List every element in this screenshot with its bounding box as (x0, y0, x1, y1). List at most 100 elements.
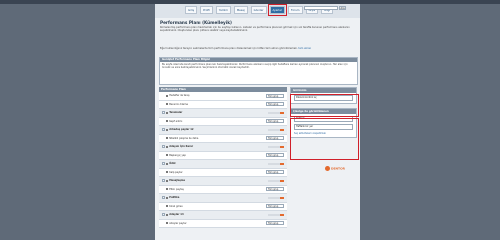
expand-icon[interactable] (162, 162, 165, 166)
row-label: Becerini ödeme (169, 102, 188, 106)
row-slider[interactable] (268, 111, 284, 114)
row-label: Başlangıç yap (169, 153, 186, 157)
category-row: Adayım İçin Karar (159, 143, 287, 152)
row-label: Kalp paylar (169, 170, 183, 174)
expand-icon[interactable] (162, 145, 165, 149)
row-label: Arkadaş paylar 12 (169, 128, 194, 132)
info-box-text: Bu sayfa üzerinde kendi performans planı… (162, 63, 348, 69)
tab-forum[interactable]: Forum (288, 6, 303, 14)
table-row: Nitelikli çalışma ile daha Tüm grup (159, 134, 287, 143)
highlight-schedule-panel (290, 118, 359, 160)
row-label: Politika (169, 196, 180, 200)
expand-icon[interactable] (162, 179, 165, 183)
row-checkbox[interactable] (166, 188, 169, 191)
row-slider[interactable] (268, 128, 284, 131)
slider-handle[interactable] (280, 179, 284, 182)
row-checkbox[interactable] (166, 154, 169, 157)
logo-text: DENTOR (331, 166, 345, 171)
performance-list: Performans Planı Hedefler ile tanış Tüm g… (159, 87, 287, 240)
row-checkbox[interactable] (166, 179, 169, 182)
row-select[interactable]: Tüm grup (266, 153, 284, 158)
slider-handle[interactable] (280, 145, 284, 148)
row-slider[interactable] (268, 179, 284, 182)
row-select[interactable]: Tüm grup (266, 221, 284, 226)
row-checkbox[interactable] (166, 94, 169, 97)
search-button[interactable]: Ara (339, 6, 346, 10)
row-slider[interactable] (268, 196, 284, 199)
tab-ayarlar[interactable]: Ayarlar (267, 4, 287, 16)
table-row: Etkin paylaş Tüm grup (159, 185, 287, 194)
highlight-view-panel (290, 94, 359, 117)
row-checkbox[interactable] (166, 137, 169, 140)
row-checkbox[interactable] (166, 205, 169, 208)
table-row: Hedefler ile tanış Tüm grup (159, 92, 287, 101)
row-select[interactable]: Tüm grup (266, 93, 284, 98)
category-row: Tanımalar (159, 109, 287, 118)
row-label: Keşif adımı (169, 119, 183, 123)
row-select[interactable]: Tüm grup (266, 204, 284, 209)
tab-mesaj[interactable]: Mesaj (233, 6, 248, 14)
row-checkbox[interactable] (166, 196, 169, 199)
expand-icon[interactable] (162, 213, 165, 217)
row-label: Adayım İçin Karar (169, 145, 194, 149)
category-row: Arkadaş paylar 12 (159, 126, 287, 135)
logo-icon (325, 166, 330, 171)
table-row: Keşif adımı Tüm grup (159, 117, 287, 126)
row-label: Hedefler ile tanış (169, 94, 190, 98)
row-select[interactable]: Tüm grup (266, 119, 284, 124)
row-slider[interactable] (268, 213, 284, 216)
tab-gonder[interactable]: Gönder (250, 6, 267, 14)
row-select[interactable]: Tüm grup (266, 102, 284, 107)
category-row: Mesajlaşma (159, 177, 287, 186)
table-row: Kiralı görev Tüm grup (159, 202, 287, 211)
table-row: Becerini ödeme Tüm grup (159, 100, 287, 109)
row-select[interactable]: Tüm grup (266, 170, 284, 175)
fullscreen-link[interactable]: tam ekran (298, 47, 311, 50)
logo: DENTOR (325, 166, 345, 171)
row-checkbox[interactable] (166, 162, 169, 165)
tab-yardim[interactable]: Yardım (215, 6, 231, 14)
header: Giriş Profil Yardım Mesaj Gönder Ayarlar… (155, 4, 360, 18)
view-panel-header: Görünüm (291, 88, 356, 93)
row-checkbox[interactable] (166, 120, 169, 123)
row-slider[interactable] (268, 162, 284, 165)
page-title: Performans Planı (Kümelleyik) (160, 20, 232, 25)
intro-text-2: Eğer kullandığınız tarayıcı sekmelerde t… (160, 47, 355, 50)
tab-profil[interactable]: Profil (200, 6, 213, 14)
page: Giriş Profil Yardım Mesaj Gönder Ayarlar… (155, 4, 360, 240)
row-slider[interactable] (268, 145, 284, 148)
row-checkbox[interactable] (166, 171, 169, 174)
row-select[interactable]: Tüm grup (266, 136, 284, 141)
category-row: Adaylar 14 (159, 211, 287, 220)
expand-icon[interactable] (162, 111, 165, 115)
info-box: Genişlet Performans Planı Bilgisi Bu say… (159, 57, 358, 85)
slider-handle[interactable] (280, 196, 284, 199)
row-checkbox[interactable] (166, 111, 169, 114)
performance-rows: Hedefler ile tanış Tüm grup Becerini ödeme… (159, 92, 287, 228)
slider-handle[interactable] (280, 111, 284, 114)
row-checkbox[interactable] (166, 145, 169, 148)
row-label: Adaylar paylar (169, 221, 187, 225)
expand-icon[interactable] (162, 128, 165, 132)
intro-text: Kümelenmiş performans planı hazırlamak i… (160, 26, 350, 32)
row-checkbox[interactable] (166, 213, 169, 216)
category-row: Ödül (159, 160, 287, 169)
table-row: Başlangıç yap Tüm grup (159, 151, 287, 160)
tab-giris[interactable]: Giriş (185, 6, 198, 14)
expand-icon[interactable] (162, 196, 165, 200)
search-input[interactable] (304, 6, 338, 10)
row-checkbox[interactable] (166, 222, 169, 225)
row-checkbox[interactable] (166, 103, 169, 106)
row-label: Ödül (169, 162, 176, 166)
slider-handle[interactable] (280, 128, 284, 131)
slider-handle[interactable] (280, 162, 284, 165)
table-row: Adaylar paylar Tüm grup (159, 219, 287, 228)
slider-handle[interactable] (280, 213, 284, 216)
row-checkbox[interactable] (166, 128, 169, 131)
row-select[interactable]: Tüm grup (266, 187, 284, 192)
row-label: Mesajlaşma (169, 179, 186, 183)
row-label: Etkin paylaş (169, 187, 184, 191)
row-label: Tanımalar (169, 111, 183, 115)
row-label: Kiralı görev (169, 204, 183, 208)
table-row: Kalp paylar Tüm grup (159, 168, 287, 177)
